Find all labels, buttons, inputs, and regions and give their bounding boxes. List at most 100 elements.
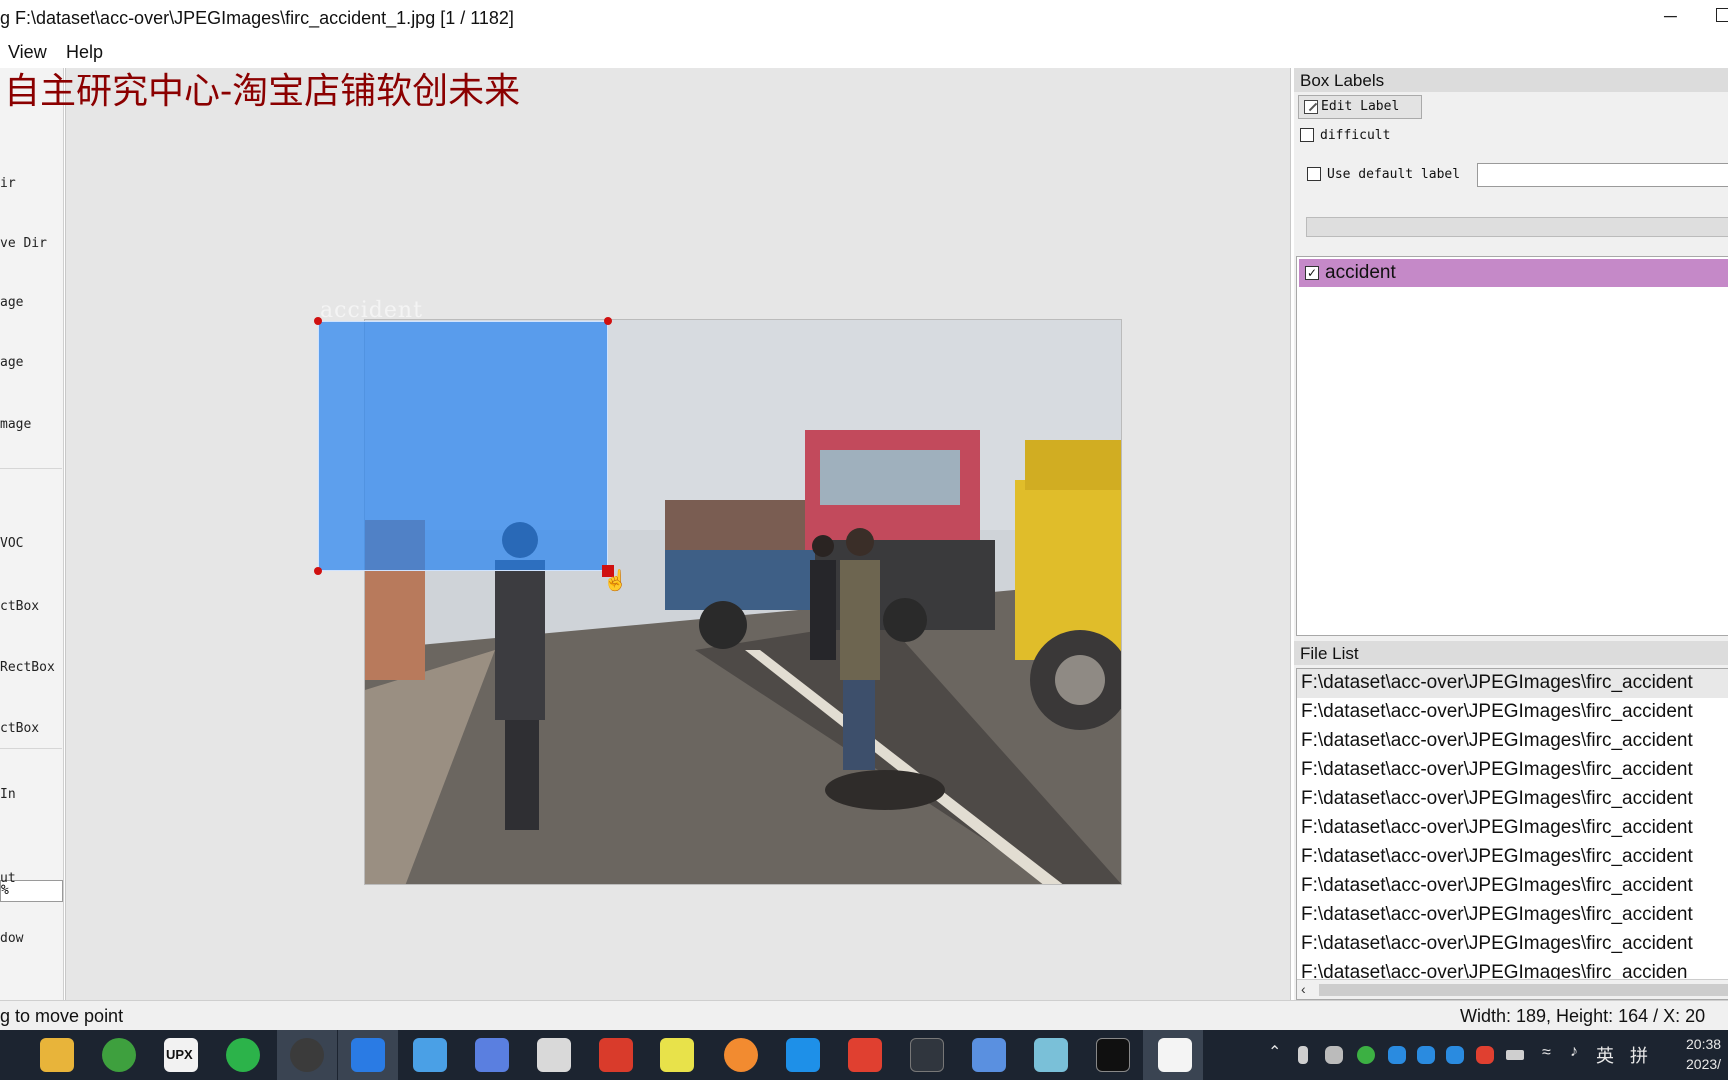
wechat-icon[interactable] [226, 1038, 260, 1072]
notes-icon[interactable] [972, 1038, 1006, 1072]
file-list-item[interactable]: F:\dataset\acc-over\JPEGImages\firc_acci… [1297, 669, 1728, 698]
toolbar-divider [0, 468, 62, 469]
minimize-button[interactable]: ─ [1664, 6, 1677, 27]
scroll-thumb[interactable] [1319, 984, 1728, 996]
fit-window-button[interactable]: dow [0, 931, 23, 946]
avatar-app-icon[interactable] [724, 1038, 758, 1072]
left-toolbar: ir ve Dir age age mage VOC ctBox RectBox… [0, 68, 64, 1000]
microphone-icon[interactable] [1298, 1046, 1308, 1064]
file-list-item[interactable]: F:\dataset\acc-over\JPEGImages\firc_acci… [1297, 901, 1728, 930]
file-list-item[interactable]: F:\dataset\acc-over\JPEGImages\firc_acci… [1297, 756, 1728, 785]
hand-pointer-icon: ☝ [603, 570, 628, 592]
clock-time: 20:38 [1686, 1036, 1722, 1052]
feishu-icon[interactable] [475, 1038, 509, 1072]
verify-image-button[interactable]: mage [0, 417, 31, 432]
volume-icon[interactable]: ♪ [1570, 1043, 1578, 1061]
bbox-vertex-top-right[interactable] [604, 317, 612, 325]
tray-blue-icon[interactable] [1446, 1046, 1464, 1064]
ime-mode[interactable]: 拼 [1630, 1042, 1648, 1068]
puzzle-icon[interactable] [599, 1038, 633, 1072]
bbox-vertex-top-left[interactable] [314, 317, 322, 325]
tray-green-icon[interactable] [1357, 1046, 1375, 1064]
next-image-button[interactable]: age [0, 295, 23, 310]
zoom-out-button[interactable]: ut [0, 871, 16, 886]
label-item-text: accident [1325, 262, 1396, 283]
tray-red-icon[interactable] [1476, 1046, 1494, 1064]
file-list: F:\dataset\acc-over\JPEGImages\firc_acci… [1296, 668, 1728, 1000]
save-format-button[interactable]: VOC [0, 536, 23, 551]
labelimg-window: { "window": { "title": "g F:\\dataset\\a… [0, 0, 1728, 1080]
app-u-icon[interactable] [351, 1038, 385, 1072]
label-list-item[interactable]: ✓ accident [1299, 259, 1728, 287]
watermark-text: 自主研究中心-淘宝店铺软创未来 [4, 71, 521, 112]
pycharm-icon[interactable] [660, 1038, 694, 1072]
battery-icon[interactable] [1506, 1050, 1524, 1060]
file-list-item[interactable]: F:\dataset\acc-over\JPEGImages\firc_acci… [1297, 785, 1728, 814]
box-labels-title: Box Labels [1294, 68, 1728, 92]
obs-icon[interactable] [290, 1038, 324, 1072]
duplicate-rectbox-button[interactable]: RectBox [0, 660, 55, 675]
delete-rectbox-button[interactable]: ctBox [0, 721, 39, 736]
file-list-item[interactable]: F:\dataset\acc-over\JPEGImages\firc_acci… [1297, 930, 1728, 959]
tray-app-icon[interactable] [1325, 1046, 1343, 1064]
difficult-label: difficult [1320, 128, 1391, 143]
use-default-label-checkbox[interactable] [1307, 167, 1321, 181]
tray-blue-icon[interactable] [1417, 1046, 1435, 1064]
terminal-app-icon[interactable] [910, 1038, 944, 1072]
window-title: g F:\dataset\acc-over\JPEGImages\firc_ac… [0, 8, 514, 28]
create-rectbox-button[interactable]: ctBox [0, 599, 39, 614]
use-default-label-text: Use default label [1327, 167, 1461, 182]
document-icon[interactable] [537, 1038, 571, 1072]
label-filter-combobox[interactable] [1306, 217, 1728, 237]
clock-date: 2023/ [1686, 1056, 1722, 1072]
status-message: g to move point [0, 1006, 124, 1026]
pencil-icon [1304, 100, 1318, 114]
difficult-checkbox[interactable] [1300, 128, 1314, 142]
label-visible-checkbox[interactable]: ✓ [1305, 266, 1319, 280]
open-dir-button[interactable]: ir [0, 176, 16, 191]
default-label-input[interactable] [1477, 163, 1728, 187]
file-list-item[interactable]: F:\dataset\acc-over\JPEGImages\firc_acci… [1297, 727, 1728, 756]
file-list-item[interactable]: F:\dataset\acc-over\JPEGImages\firc_acci… [1297, 698, 1728, 727]
prev-image-button[interactable]: age [0, 355, 23, 370]
upx-icon[interactable]: UPX [164, 1038, 198, 1072]
change-save-dir-button[interactable]: ve Dir [0, 236, 47, 251]
glass-app-icon[interactable] [1034, 1038, 1068, 1072]
windows-taskbar: UPX ⌃ ≈ ♪ 英 拼 20:38 2023/ [0, 1030, 1728, 1080]
file-list-item[interactable]: F:\dataset\acc-over\JPEGImages\firc_acci… [1297, 843, 1728, 872]
cmd-icon[interactable] [1096, 1038, 1130, 1072]
zoom-in-button[interactable]: In [0, 787, 16, 802]
tray-expand-icon[interactable]: ⌃ [1268, 1042, 1281, 1062]
image-canvas[interactable] [65, 68, 1291, 1000]
edit-label-text: Edit Label [1321, 99, 1400, 114]
clock[interactable]: 20:38 2023/ [1686, 1034, 1721, 1074]
file-list-item[interactable]: F:\dataset\acc-over\JPEGImages\firc_acci… [1297, 872, 1728, 901]
bounding-box[interactable] [318, 321, 608, 571]
status-coordinates: Width: 189, Height: 164 / X: 20 [1460, 1006, 1706, 1026]
maximize-button[interactable] [1716, 8, 1728, 22]
status-bar: g to move point Width: 189, Height: 164 … [0, 1000, 1728, 1030]
edit-label-button[interactable]: Edit Label [1298, 95, 1422, 119]
file-list-scrollbar[interactable]: ‹ [1297, 979, 1728, 999]
tencent-meeting-icon[interactable] [786, 1038, 820, 1072]
toolbar-divider [0, 748, 62, 749]
label-list: ✓ accident [1296, 256, 1728, 636]
notebook-icon[interactable] [413, 1038, 447, 1072]
menu-help[interactable]: Help [66, 42, 103, 63]
bbox-label: accident [320, 298, 423, 323]
file-list-item[interactable]: F:\dataset\acc-over\JPEGImages\firc_acci… [1297, 814, 1728, 843]
browser-icon[interactable] [102, 1038, 136, 1072]
ime-language[interactable]: 英 [1596, 1042, 1614, 1068]
tray-blue-icon[interactable] [1388, 1046, 1406, 1064]
bbox-vertex-bottom-left[interactable] [314, 567, 322, 575]
upx-text: UPX [166, 1047, 193, 1062]
file-list-title: File List [1294, 641, 1728, 665]
scroll-left-icon[interactable]: ‹ [1301, 981, 1306, 997]
wifi-icon[interactable]: ≈ [1542, 1044, 1551, 1062]
wps-icon[interactable] [848, 1038, 882, 1072]
labelimg-taskbar-icon[interactable] [1158, 1038, 1192, 1072]
right-dock: Box Labels Edit Label difficult Use defa… [1294, 68, 1728, 1000]
file-explorer-icon[interactable] [40, 1038, 74, 1072]
title-bar: g F:\dataset\acc-over\JPEGImages\firc_ac… [0, 0, 1728, 36]
menu-view[interactable]: View [8, 42, 47, 63]
